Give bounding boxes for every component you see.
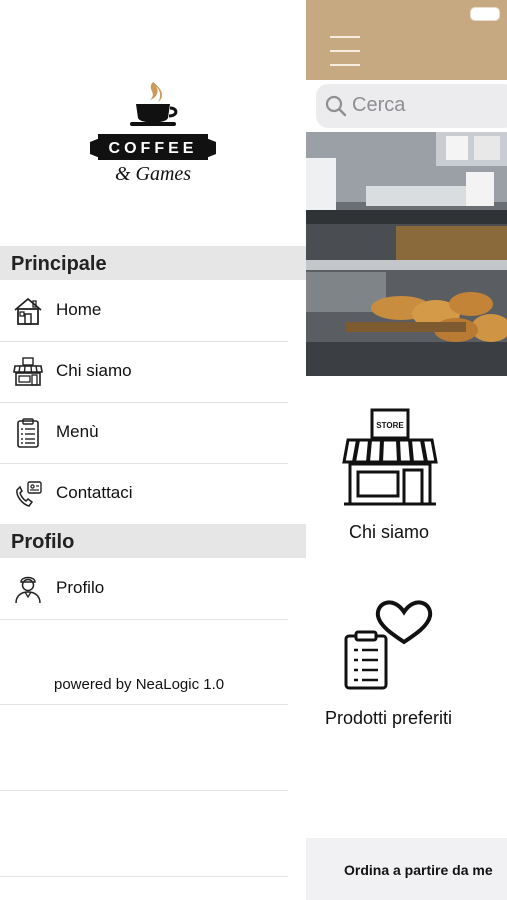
powered-by-text: powered by NeaLogic 1.0 — [54, 676, 225, 693]
store-icon — [13, 357, 43, 386]
user-icon — [15, 576, 41, 604]
logo-word-coffee: COFFEE — [109, 140, 198, 157]
store-icon[interactable]: STORE — [342, 408, 438, 508]
divider — [0, 876, 288, 877]
menu-item-profilo[interactable]: Profilo — [0, 558, 288, 620]
clipboard-icon — [17, 418, 39, 448]
search-icon — [325, 95, 347, 117]
tile-label-chi-siamo[interactable]: Chi siamo — [306, 522, 472, 543]
battery-icon — [471, 8, 499, 20]
menu-item-label: Contattaci — [56, 483, 133, 502]
search-placeholder: Cerca — [352, 94, 406, 116]
menu-item-label: Chi siamo — [56, 361, 132, 380]
divider — [0, 790, 288, 791]
section-header-principale: Principale — [0, 246, 306, 280]
svg-text:STORE: STORE — [376, 421, 404, 430]
clipboard-heart-icon[interactable] — [344, 594, 434, 692]
phone-contact-icon — [16, 481, 42, 507]
section-title: Profilo — [11, 531, 75, 553]
hero-photo — [306, 132, 507, 376]
top-bar — [306, 0, 507, 80]
side-drawer: COFFEE & Games Principale Home Chi siamo — [0, 0, 306, 900]
main-panel: Cerca STORE Chi siamo Prodotti preferiti… — [306, 0, 507, 900]
menu-item-label: Profilo — [56, 578, 105, 597]
search-bar[interactable]: Cerca — [316, 84, 507, 128]
menu-item-chi-siamo[interactable]: Chi siamo — [0, 341, 288, 403]
section-title: Principale — [11, 253, 107, 275]
section-header-profilo: Profilo — [0, 524, 306, 558]
house-icon — [14, 297, 42, 325]
order-footer-text: Ordina a partire da me — [344, 862, 493, 878]
menu-item-contattaci[interactable]: Contattaci — [0, 463, 288, 525]
menu-item-label: Home — [56, 300, 102, 319]
order-footer[interactable]: Ordina a partire da me — [306, 838, 507, 900]
menu-item-label: Menù — [56, 422, 99, 441]
divider — [0, 704, 288, 705]
menu-item-home[interactable]: Home — [0, 280, 288, 342]
tile-label-prodotti-preferiti[interactable]: Prodotti preferiti — [306, 708, 481, 729]
hamburger-menu-icon[interactable] — [330, 36, 362, 68]
logo-word-games: & Games — [115, 163, 191, 185]
menu-item-menu[interactable]: Menù — [0, 402, 288, 464]
coffee-and-games-logo: COFFEE & Games — [90, 82, 216, 185]
